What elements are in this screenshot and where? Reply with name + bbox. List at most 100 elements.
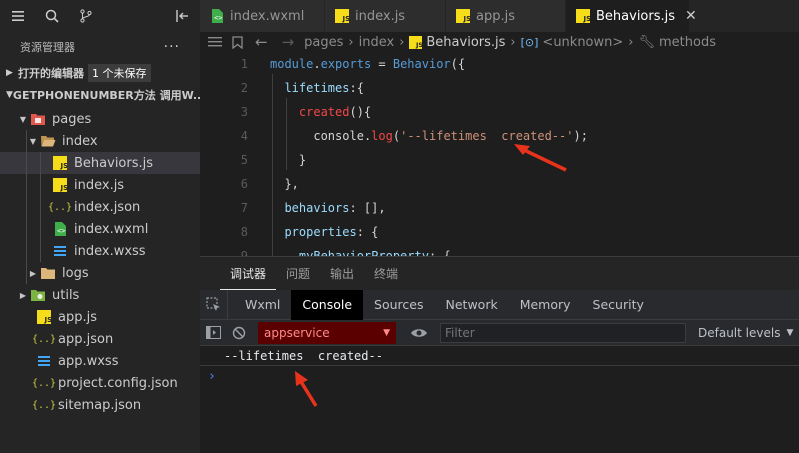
line-number: 1 [240,57,248,71]
inspect-element-icon[interactable] [200,289,228,320]
log-levels-label: Default levels [698,325,781,340]
sidebar-toggle-icon[interactable] [200,320,226,346]
tree-item-index[interactable]: ▼ index [0,130,200,152]
code-line: console.log('--lifetimes created--'); [313,129,588,143]
collapse-panel-icon[interactable] [173,7,191,25]
js-file-icon: JS [335,9,349,23]
tab-app-js[interactable]: JS app.js [446,0,566,32]
wxml-file-icon: <> [52,221,68,237]
tab-sources[interactable]: Sources [363,290,434,320]
tab-network[interactable]: Network [435,290,509,320]
tab-debugger[interactable]: 调试器 [220,265,277,290]
tree-item-project-config-json[interactable]: {..} project.config.json [0,372,200,394]
line-number: 9 [240,249,248,256]
chevron-down-icon: ▼ [29,136,37,146]
tab-security[interactable]: Security [582,290,655,320]
tree-item-utils[interactable]: ▶ utils [0,284,200,306]
tree-item-logs[interactable]: ▶ logs [0,262,200,284]
tree-item-app-wxss[interactable]: app.wxss [0,350,200,372]
line-number: 5 [240,153,248,167]
tree-item-label: index.js [74,177,125,193]
tree-item-index-wxss[interactable]: index.wxss [0,240,200,262]
tab-console[interactable]: Console [291,289,364,320]
file-tree: ▼ pages ▼ index JS Behaviors.js JS index… [0,108,200,416]
json-file-icon: {..} [31,377,57,389]
wrench-icon: 🔧︎ [638,34,655,50]
console-toolbar: appservice ▼ Default levels ▼ [200,320,799,346]
tab-problems[interactable]: 问题 [276,265,320,290]
console-prompt[interactable]: › [200,366,799,386]
code-line: created(){ [298,105,372,119]
svg-text:JS: JS [583,15,591,23]
tab-output[interactable]: 输出 [320,265,364,290]
svg-text:JS: JS [60,162,68,170]
log-levels-dropdown[interactable]: Default levels ▼ [698,326,793,340]
tab-index-js[interactable]: JS index.js [325,0,446,32]
split-editor-icon[interactable] [208,36,222,48]
tab-wxml[interactable]: Wxml [234,290,291,320]
tree-item-app-js[interactable]: JS app.js [0,306,200,328]
line-number: 7 [240,201,248,215]
code-line: behaviors: [], [284,201,386,215]
breadcrumb-symbol-label: <unknown> [542,34,624,50]
chevron-right-icon: ▶ [6,68,13,78]
menu-icon[interactable] [9,7,27,25]
tab-memory[interactable]: Memory [509,290,582,320]
activity-bar [0,0,200,32]
symbol-icon: [⊙] [520,35,539,49]
css-file-icon [52,243,68,259]
back-arrow-icon[interactable]: ← [255,33,268,51]
tree-item-pages[interactable]: ▼ pages [0,108,200,130]
tab-behaviors-js[interactable]: JS Behaviors.js ✕ [566,0,697,32]
clear-console-icon[interactable] [226,320,252,346]
code-line: lifetimes:{ [284,81,364,95]
svg-text:JS: JS [60,184,68,192]
breadcrumb: ← → pages › index › JS Behaviors.js › [⊙… [200,32,799,52]
tree-item-index-wxml[interactable]: <> index.wxml [0,218,200,240]
dropdown-arrow-icon: ▼ [383,327,390,338]
tree-item-index-js[interactable]: JS index.js [0,174,200,196]
close-icon[interactable]: ✕ [685,8,697,24]
tree-item-app-json[interactable]: {..} app.json [0,328,200,350]
breadcrumb-item-file[interactable]: JS Behaviors.js [409,35,505,50]
tree-item-behaviors-js[interactable]: JS Behaviors.js [0,152,200,174]
source-control-icon[interactable] [77,7,95,25]
js-file-icon: JS [576,9,590,23]
tab-index-wxml[interactable]: <> index.wxml [200,0,325,32]
breadcrumb-file-label: Behaviors.js [426,34,506,50]
tree-item-label: index.wxml [74,221,149,237]
css-file-icon [36,353,52,369]
tree-item-index-json[interactable]: {..} index.json [0,196,200,218]
tree-item-label: pages [52,111,92,127]
tree-item-label: utils [52,287,80,303]
tree-item-label: app.json [58,331,114,347]
tab-terminal[interactable]: 终端 [364,265,408,290]
tree-item-label: index.wxss [74,243,146,259]
breadcrumb-item-methods[interactable]: 🔧︎ methods [638,35,716,50]
breadcrumb-item[interactable]: pages [304,35,343,50]
tree-item-label: sitemap.json [58,397,142,413]
search-icon[interactable] [43,7,61,25]
svg-text:JS: JS [44,316,52,324]
wxml-file-icon: <> [210,9,224,23]
project-section[interactable]: ▼ GETPHONENUMBER方法 调用W... [0,84,200,106]
tree-item-label: project.config.json [58,375,178,391]
tree-item-sitemap-json[interactable]: {..} sitemap.json [0,394,200,416]
bottom-panel: 调试器 问题 输出 终端 Wxml Console Sources Networ… [200,256,799,453]
json-file-icon: {..} [31,333,57,345]
forward-arrow-icon[interactable]: → [282,33,295,51]
open-editors-section[interactable]: ▶ 打开的编辑器 1 个未保存 [0,62,200,84]
code-editor[interactable]: 1 2 3 4 5 6 7 8 9 module.exports = Behav… [200,52,799,256]
more-actions-icon[interactable]: ··· [164,39,180,55]
bookmark-icon[interactable] [232,35,243,49]
svg-text:JS: JS [342,15,350,23]
code-line: }, [270,177,299,191]
filter-input[interactable] [440,322,686,343]
sidebar: 资源管理器 ··· ▶ 打开的编辑器 1 个未保存 ▼ GETPHONENUMB… [0,0,200,453]
context-select[interactable]: appservice ▼ [258,321,396,344]
breadcrumb-item-symbol[interactable]: [⊙] <unknown> [521,35,624,50]
dropdown-arrow-icon: ▼ [786,327,794,338]
tab-label: index.wxml [230,8,305,24]
eye-icon[interactable] [406,320,432,346]
breadcrumb-item[interactable]: index [359,35,395,50]
